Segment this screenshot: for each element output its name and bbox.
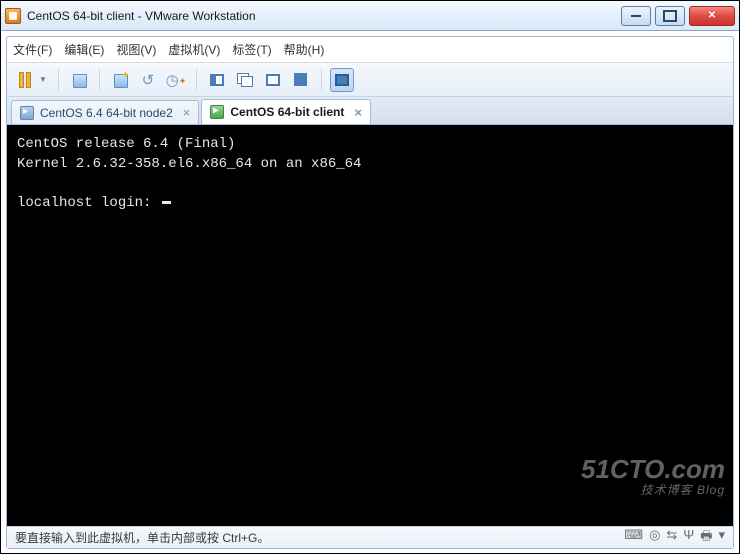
revert-snapshot-button[interactable]: ↺ [136,68,160,92]
terminal-output: CentOS release 6.4 (Final) Kernel 2.6.32… [7,125,733,223]
watermark: 51CTO.com 技术博客 Blog [581,456,725,496]
sound-icon[interactable]: 🖶 [700,527,712,549]
status-bar: 要直接输入到此虚拟机，单击内部或按 Ctrl+G。 ⌨ ◎ ⇆ Ψ 🖶 ▾ [7,526,733,548]
window-title: CentOS 64-bit client - VMware Workstatio… [27,9,621,23]
toolbar-separator [321,69,322,91]
chevron-icon[interactable]: ▾ [718,527,725,549]
toolbar-separator [58,69,59,91]
menu-file[interactable]: 文件(F) [13,41,52,58]
menu-help[interactable]: 帮助(H) [284,41,325,58]
cursor-icon [162,201,171,204]
tab-close-icon[interactable]: × [183,105,191,120]
tab-bar: CentOS 6.4 64-bit node2 × CentOS 64-bit … [7,97,733,125]
power-button[interactable] [13,68,37,92]
full-screen-button[interactable] [261,68,285,92]
network-icon[interactable]: ⇆ [666,527,677,549]
console-area[interactable]: CentOS release 6.4 (Final) Kernel 2.6.32… [7,125,733,526]
tab-close-icon[interactable]: × [354,105,362,120]
menu-tabs[interactable]: 标签(T) [232,41,271,58]
tab-label: CentOS 6.4 64-bit node2 [40,106,173,120]
hdd-icon[interactable]: ⌨ [624,527,643,549]
app-chrome: 文件(F) 编辑(E) 视图(V) 虚拟机(V) 标签(T) 帮助(H) ▼ ↺… [6,36,734,549]
snapshot-manager-button[interactable]: ◷ [164,68,188,92]
title-bar: CentOS 64-bit client - VMware Workstatio… [1,1,739,31]
show-console-button[interactable] [205,68,229,92]
status-text: 要直接输入到此虚拟机，单击内部或按 Ctrl+G。 [15,529,269,546]
close-button[interactable] [689,6,735,26]
terminal-line: CentOS release 6.4 (Final) [17,136,235,152]
toolbar: ▼ ↺ ◷ [7,63,733,97]
menu-bar: 文件(F) 编辑(E) 视图(V) 虚拟机(V) 标签(T) 帮助(H) [7,37,733,63]
menu-edit[interactable]: 编辑(E) [64,41,104,58]
unity-button[interactable] [289,68,313,92]
toolbar-separator [99,69,100,91]
vm-tab[interactable]: CentOS 64-bit client × [201,99,371,124]
app-icon [5,8,21,24]
menu-view[interactable]: 视图(V) [116,41,156,58]
toolbar-separator [196,69,197,91]
cd-icon[interactable]: ◎ [649,527,660,549]
menu-vm[interactable]: 虚拟机(V) [168,41,220,58]
take-snapshot-button[interactable] [108,68,132,92]
multi-monitor-button[interactable] [233,68,257,92]
watermark-subtext: 技术博客 Blog [581,484,725,496]
maximize-button[interactable] [655,6,685,26]
power-dropdown-icon[interactable]: ▼ [39,75,47,84]
snapshot-button[interactable] [67,68,91,92]
minimize-button[interactable] [621,6,651,26]
vm-tab-icon [20,106,34,120]
vm-tab[interactable]: CentOS 6.4 64-bit node2 × [11,100,199,124]
vm-tab-icon [210,105,224,119]
login-prompt: localhost login: [17,195,160,211]
usb-icon[interactable]: Ψ [683,527,694,549]
tab-label: CentOS 64-bit client [230,105,344,119]
terminal-line: Kernel 2.6.32-358.el6.x86_64 on an x86_6… [17,156,361,172]
console-view-button[interactable] [330,68,354,92]
watermark-text: 51CTO.com [581,454,725,484]
